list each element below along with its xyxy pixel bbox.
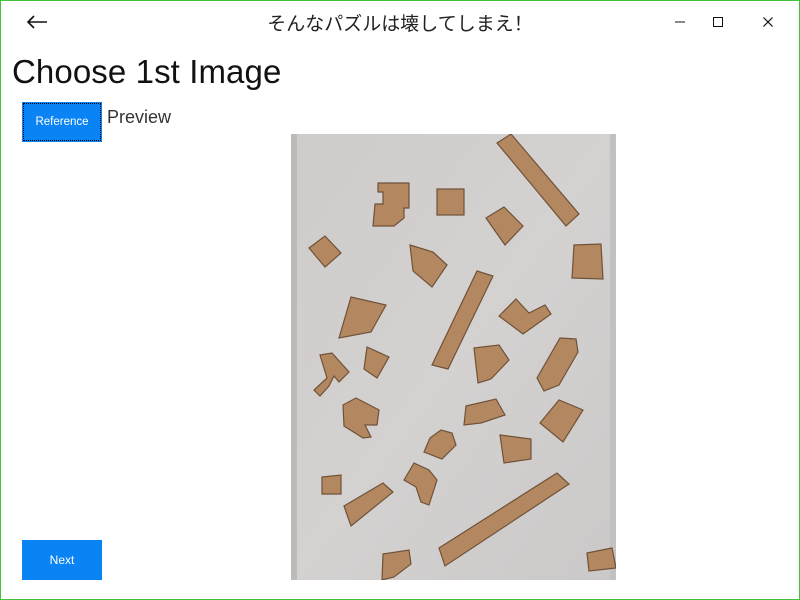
back-button[interactable] (19, 7, 55, 37)
preview-image (291, 134, 616, 580)
maximize-button[interactable] (695, 9, 741, 35)
page-title: Choose 1st Image (12, 53, 282, 90)
app-window: そんなパズルは壊してしまえ！ Choose 1st Image Referenc… (0, 0, 800, 600)
maximize-icon (713, 17, 723, 27)
close-icon (763, 17, 773, 27)
preview-label: Preview (107, 107, 172, 127)
next-button[interactable]: Next (22, 540, 102, 580)
title-bar: そんなパズルは壊してしまえ！ (1, 1, 799, 43)
reference-button[interactable]: Reference (22, 102, 102, 142)
minimize-icon (675, 21, 685, 23)
close-button[interactable] (745, 9, 791, 35)
arrow-left-icon (26, 15, 47, 29)
puzzle-pieces-photo (291, 134, 616, 580)
